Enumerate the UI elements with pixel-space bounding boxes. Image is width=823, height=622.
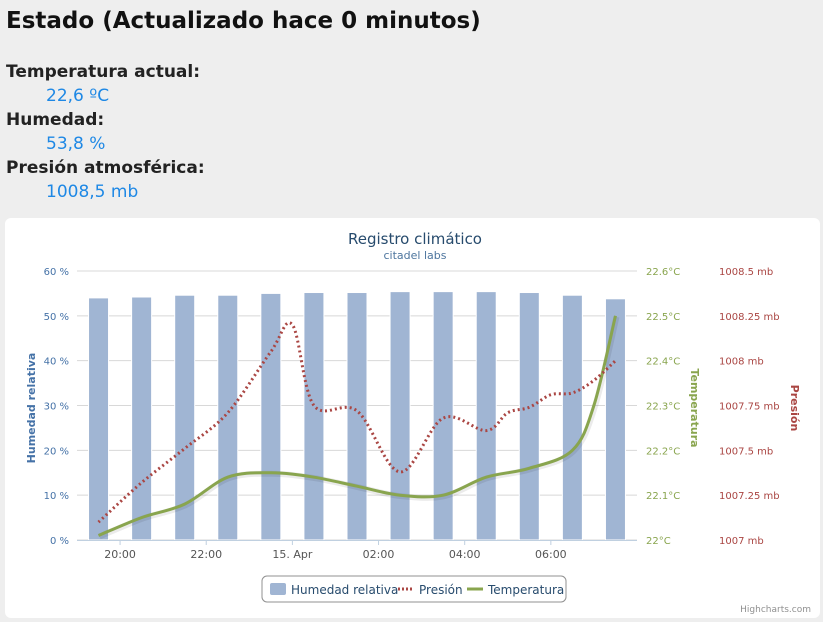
legend-label-pressure: Presión: [419, 583, 463, 597]
humidity-bar[interactable]: [389, 291, 411, 541]
humidity-bar[interactable]: [475, 291, 497, 541]
page-title: Estado (Actualizado hace 0 minutos): [6, 8, 481, 34]
temperature-tick-label: 22.3°C: [646, 402, 680, 413]
humidity-tick-label: 50 %: [44, 312, 69, 323]
pressure-tick-label: 1008.5 mb: [719, 267, 773, 278]
humidity-tick-label: 20 %: [44, 446, 69, 457]
x-tick-label: 20:00: [104, 548, 136, 561]
temperature-tick-label: 22.5°C: [646, 312, 680, 323]
humidity-bar[interactable]: [131, 296, 153, 541]
humidity-bar[interactable]: [303, 292, 325, 541]
legend-label-temperature: Temperatura: [487, 583, 564, 597]
x-tick-label: 04:00: [449, 548, 481, 561]
chart-subtitle: citadel labs: [384, 249, 447, 262]
humidity-axis-title: Humedad relativa: [25, 353, 38, 464]
humidity-bar[interactable]: [346, 292, 368, 541]
credits-link[interactable]: Highcharts.com: [740, 605, 811, 615]
humidity-tick-label: 0 %: [50, 536, 69, 547]
temperature-axis-title: Temperatura: [688, 368, 701, 447]
humidity-bar[interactable]: [260, 292, 282, 541]
humidity-tick-label: 40 %: [44, 357, 69, 368]
humidity-bar[interactable]: [217, 294, 239, 541]
humidity-tick-label: 30 %: [44, 402, 69, 413]
pressure-axis-title: Presión: [788, 385, 801, 432]
humidity-tick-label: 60 %: [44, 267, 69, 278]
pressure-tick-label: 1007 mb: [719, 536, 764, 547]
humidity-label: Humedad:: [6, 110, 105, 130]
humidity-tick-label: 10 %: [44, 491, 69, 502]
humidity-bar[interactable]: [88, 297, 110, 541]
chart-title: Registro climático: [348, 230, 482, 248]
pressure-tick-label: 1008 mb: [719, 357, 764, 368]
pressure-tick-label: 1007.75 mb: [719, 402, 780, 413]
temperature-tick-label: 22°C: [646, 536, 671, 547]
current-readings: Temperatura actual: 22,6 ºC Humedad: 53,…: [6, 60, 205, 204]
temperature-tick-label: 22.6°C: [646, 267, 680, 278]
humidity-bar[interactable]: [518, 292, 540, 541]
chart-panel: Registro climático citadel labs 0 % 10 % 2…: [5, 218, 820, 618]
x-tick-label: 15. Apr: [272, 548, 312, 561]
pressure-tick-label: 1007.5 mb: [719, 446, 773, 457]
chart-legend: Humedad relativa Presión Temperatura: [261, 575, 567, 603]
x-tick-label: 06:00: [535, 548, 567, 561]
temperature-tick-label: 22.2°C: [646, 446, 680, 457]
temperature-value: 22,6 ºC: [46, 86, 110, 106]
x-tick-label: 02:00: [363, 548, 395, 561]
temperature-tick-label: 22.1°C: [646, 491, 680, 502]
humidity-bars: [88, 291, 626, 541]
humidity-bar[interactable]: [561, 294, 583, 541]
temperature-tick-label: 22.4°C: [646, 357, 680, 368]
x-tick-label: 22:00: [190, 548, 222, 561]
pressure-tick-label: 1008.25 mb: [719, 312, 780, 323]
humidity-value: 53,8 %: [46, 134, 106, 154]
legend-label-humidity: Humedad relativa: [291, 583, 398, 597]
legend-swatch-humidity: [270, 583, 286, 595]
weather-chart: Registro climático citadel labs 0 % 10 % 2…: [25, 230, 811, 615]
pressure-tick-label: 1007.25 mb: [719, 491, 780, 502]
pressure-value: 1008,5 mb: [46, 182, 139, 202]
pressure-label: Presión atmosférica:: [6, 158, 205, 178]
temperature-label: Temperatura actual:: [6, 62, 201, 82]
